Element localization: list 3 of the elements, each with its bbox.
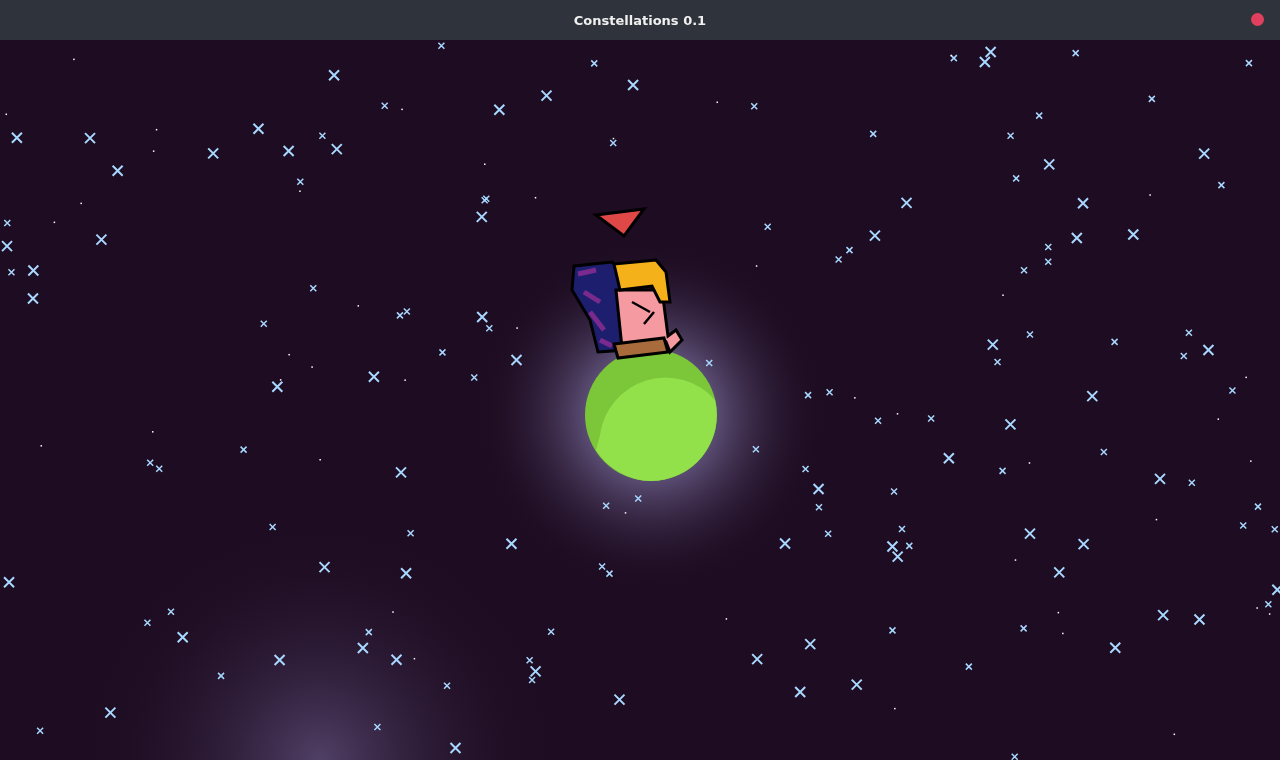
close-button[interactable] (1251, 13, 1264, 26)
pointer-triangle-icon (592, 207, 648, 239)
window-title: Constellations 0.1 (573, 12, 707, 28)
